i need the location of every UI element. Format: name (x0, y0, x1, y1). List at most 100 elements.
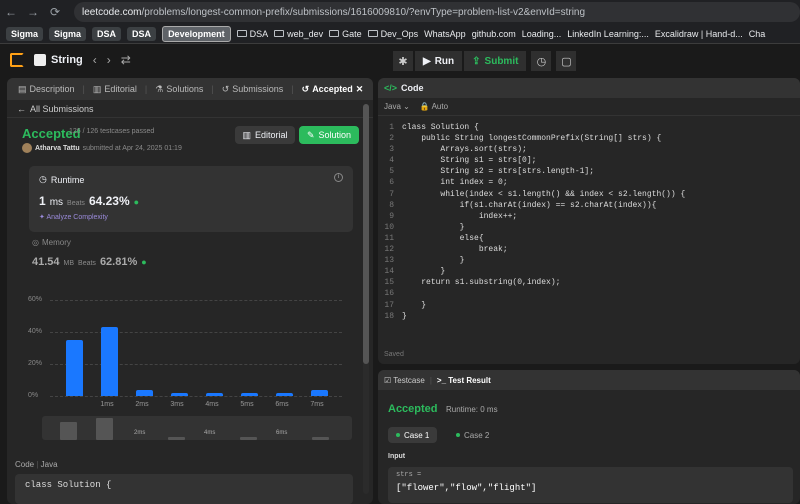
tab-solutions[interactable]: ⚗ Solutions (150, 84, 208, 95)
chart-range-minimap[interactable]: 2ms 4ms 6ms (42, 416, 352, 440)
analyze-label: Analyze Complexity (46, 214, 108, 221)
left-panel: ▤ Description | ▥ Editorial | ⚗ Solutions |… (7, 78, 373, 504)
all-submissions-link[interactable]: ← All Submissions (7, 100, 373, 118)
forward-icon[interactable]: → (22, 5, 44, 19)
editorial-button[interactable]: ▥ Editorial (235, 126, 295, 144)
author-name[interactable]: Atharva Tattu (35, 145, 80, 152)
line-number: 16 (384, 289, 394, 299)
next-problem-icon[interactable]: › (107, 53, 111, 67)
bookmark-github[interactable]: github.com (472, 29, 516, 39)
line-number: 7 (389, 189, 394, 199)
left-scrollbar[interactable] (363, 104, 369, 494)
code-lang: Java (40, 460, 58, 469)
analyze-complexity-link[interactable]: ✦ Analyze Complexity (39, 213, 108, 221)
notes-icon[interactable]: ▢ (556, 51, 577, 71)
bookmark-development[interactable]: Development (162, 25, 231, 42)
tab-description[interactable]: ▤ Description (13, 84, 80, 95)
chart-bar[interactable] (311, 389, 328, 396)
timer-icon[interactable]: ◷ (531, 51, 552, 71)
bookmark-folder-gate[interactable]: Gate (329, 29, 362, 39)
bookmark-folder-devops[interactable]: Dev_Ops (367, 29, 418, 39)
code-line: 3 Arrays.sort(strs); (378, 144, 800, 155)
saved-status: Saved (384, 351, 404, 358)
minimap-tick: 4ms (204, 430, 216, 436)
x-tick-1ms: 1ms (100, 401, 114, 408)
tab-test-result[interactable]: >_ Test Result (437, 376, 491, 385)
line-number: 11 (384, 233, 394, 243)
prev-problem-icon[interactable]: ‹ (93, 53, 97, 67)
memory-header[interactable]: ◎ Memory (32, 238, 71, 247)
chart-bar[interactable] (206, 392, 223, 396)
bookmark-loading[interactable]: Loading... (522, 29, 562, 39)
folder-icon (274, 30, 285, 37)
chart-bar[interactable] (241, 392, 258, 396)
mode-label: Auto (431, 102, 449, 111)
reload-icon[interactable]: ⟳ (44, 5, 66, 19)
code-line: 12 break; (378, 244, 800, 255)
test-tabs: ☑ Testcase | >_ Test Result (378, 370, 800, 390)
runtime-label: Runtime (50, 174, 85, 185)
bookmarks-bar: Sigma Sigma DSA DSA Development DSA web_… (0, 24, 800, 44)
testcases-passed: 126 / 126 testcases passed (69, 128, 155, 135)
bookmark-folder-dsa[interactable]: DSA (236, 29, 268, 39)
solution-button[interactable]: ✎ Solution (299, 126, 359, 144)
tab-editorial[interactable]: ▥ Editorial (88, 84, 142, 95)
code-label: Code (15, 460, 35, 469)
code-area[interactable]: 1 class Solution {2 public String longest… (378, 122, 800, 322)
minimap-bar (96, 418, 113, 440)
code-text: return s1.substring(0,index); (402, 278, 561, 288)
code-header: Code | Java (15, 460, 58, 469)
info-icon[interactable]: i (334, 173, 343, 182)
code-text: break; (402, 245, 508, 255)
author-line: Atharva Tattu submitted at Apr 24, 2025 0… (22, 143, 182, 153)
run-controls: ✱ ▶ Run ⇪ Submit ◷ ▢ (390, 51, 577, 71)
back-icon[interactable]: ← (0, 5, 22, 19)
leetcode-topbar: String ‹ › ⇄ ✱ ▶ Run ⇪ Submit ◷ ▢ (0, 44, 800, 76)
bookmark-excalidraw[interactable]: Excalidraw | Hand-d... (655, 29, 743, 39)
language-select[interactable]: Java ⌄ (384, 102, 410, 111)
code-editor-panel: </> Code Java ⌄ 🔒 Auto 1 class Solution {2… (378, 78, 800, 364)
line-number: 1 (389, 123, 394, 132)
bookmark-sigma-2[interactable]: Sigma (49, 26, 87, 41)
run-button[interactable]: ▶ Run (415, 51, 463, 71)
chart-bar[interactable] (276, 392, 293, 396)
chart-bar[interactable] (171, 392, 188, 396)
bookmark-dsa[interactable]: DSA (92, 26, 122, 41)
beats-label: Beats (67, 200, 85, 207)
x-tick-2ms: 2ms (135, 401, 149, 408)
bookmark-cha[interactable]: Cha (749, 29, 766, 39)
chart-bar[interactable] (66, 340, 83, 396)
scrollbar-thumb[interactable] (363, 104, 369, 364)
case-2-tab[interactable]: Case 2 (448, 427, 497, 443)
x-tick-3ms: 3ms (170, 401, 184, 408)
debug-icon[interactable]: ✱ (393, 51, 413, 71)
problem-list-button[interactable]: String (34, 54, 83, 66)
line-number: 3 (389, 145, 394, 155)
bookmark-dsa-2[interactable]: DSA (127, 26, 157, 41)
bookmark-folder-webdev[interactable]: web_dev (274, 29, 323, 39)
submit-label: Submit (484, 55, 519, 67)
bookmark-linkedin[interactable]: LinkedIn Learning:... (567, 29, 649, 39)
tab-submissions[interactable]: ↺ Submissions (217, 84, 289, 95)
code-line: 17 } (378, 300, 800, 311)
case-1-tab[interactable]: Case 1 (388, 427, 438, 443)
submit-button[interactable]: ⇪ Submit (464, 51, 527, 71)
url-input[interactable]: leetcode.com/problems/longest-common-pre… (74, 2, 800, 22)
leetcode-logo-icon[interactable] (10, 53, 24, 67)
url-path: /problems/longest-common-prefix/submissi… (141, 6, 586, 18)
line-number: 12 (384, 245, 394, 255)
tab-accepted[interactable]: ↺ Accepted ✕ (297, 84, 369, 95)
auto-mode[interactable]: 🔒 Auto (420, 102, 448, 111)
code-line: 4 String s1 = strs[0]; (378, 155, 800, 166)
code-line: 10 } (378, 222, 800, 233)
shuffle-icon[interactable]: ⇄ (121, 53, 131, 67)
minimap-bar (240, 437, 257, 440)
bookmark-whatsapp[interactable]: WhatsApp (424, 29, 466, 39)
tab-testcase[interactable]: ☑ Testcase (384, 376, 425, 385)
chart-bar[interactable] (101, 327, 118, 396)
chart-bar[interactable] (136, 389, 153, 396)
code-snippet: class Solution { (15, 474, 353, 504)
bookmark-sigma[interactable]: Sigma (6, 26, 44, 41)
code-text: } (402, 300, 427, 310)
solution-label: Solution (318, 130, 352, 140)
